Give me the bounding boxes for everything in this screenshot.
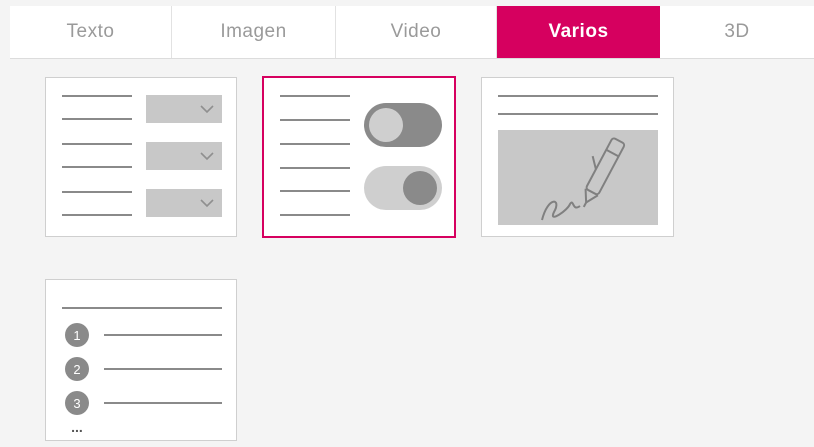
toggle-switches-icon xyxy=(280,95,442,216)
list-number-1: 1 xyxy=(73,328,80,343)
numbered-list-icon: 1 2 3 ... xyxy=(62,307,222,435)
tab-varios[interactable]: Varios xyxy=(497,6,660,58)
dropdown-form-card[interactable] xyxy=(45,77,237,237)
tab-3d[interactable]: 3D xyxy=(660,6,814,58)
tab-imagen[interactable]: Imagen xyxy=(172,6,336,58)
list-ellipsis: ... xyxy=(71,419,83,435)
signature-card[interactable] xyxy=(481,77,674,237)
tab-bar: Texto Imagen Video Varios 3D xyxy=(10,6,814,59)
toggle-switches-card[interactable] xyxy=(262,76,456,238)
tab-video[interactable]: Video xyxy=(336,6,497,58)
list-number-3: 3 xyxy=(73,396,80,411)
signature-pen-icon xyxy=(498,95,658,225)
numbered-list-card[interactable]: 1 2 3 ... xyxy=(45,279,237,441)
tab-texto[interactable]: Texto xyxy=(10,6,172,58)
list-number-2: 2 xyxy=(73,362,80,377)
form-dropdowns-icon xyxy=(62,95,222,217)
